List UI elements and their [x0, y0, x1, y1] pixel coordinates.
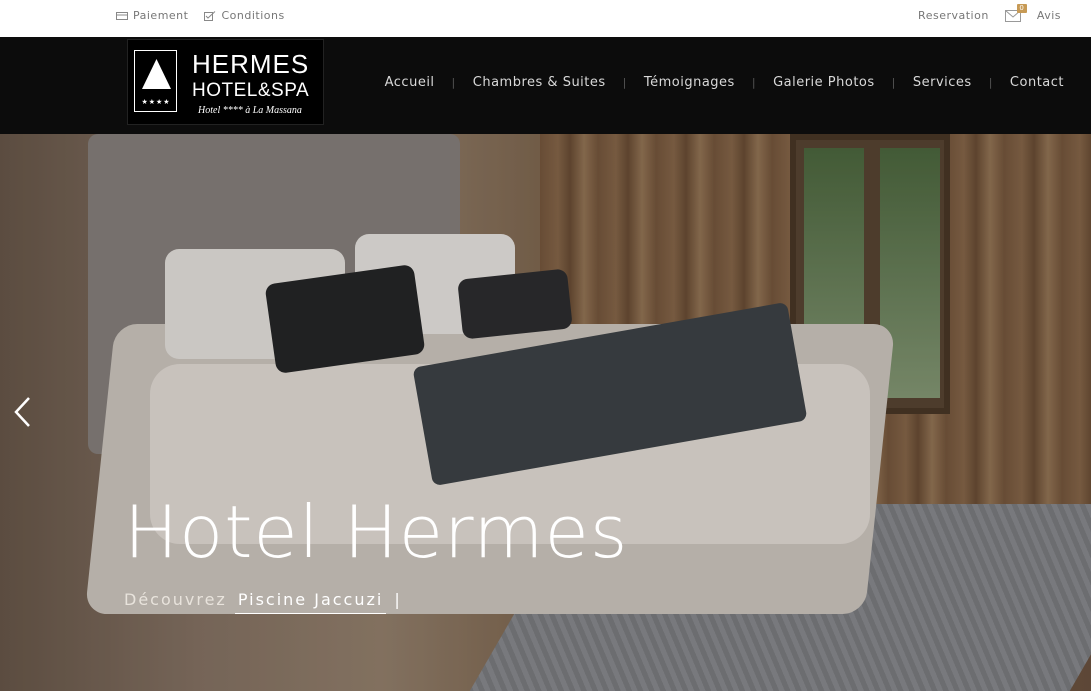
- topbar-right-links: Reservation 0 Avis: [918, 3, 1061, 22]
- hero-subtitle: Découvrez Piscine Jaccuzi |: [124, 590, 402, 614]
- chevron-left-icon: [14, 397, 30, 427]
- main-navbar: ★★★★ HERMES HOTEL&SPA Hotel **** à La Ma…: [0, 37, 1091, 134]
- nav-temoignages[interactable]: Témoignages: [644, 75, 735, 90]
- hero-title: Hotel Hermes: [124, 490, 629, 574]
- triangle-icon: [142, 59, 171, 89]
- nav-accueil[interactable]: Accueil: [385, 75, 435, 90]
- logo-line2: HOTEL&SPA: [192, 80, 310, 101]
- top-utility-bar: Paiement Conditions Reservation 0 Avis: [0, 0, 1091, 37]
- hero-subtitle-prefix: Découvrez: [124, 590, 227, 609]
- nav-separator: |: [891, 76, 896, 89]
- nav-separator: |: [451, 76, 456, 89]
- nav-separator: |: [622, 76, 627, 89]
- logo-line1: HERMES: [192, 49, 310, 79]
- nav-chambres-suites[interactable]: Chambres & Suites: [473, 75, 606, 90]
- nav-separator: |: [751, 76, 757, 89]
- typing-caret: |: [394, 590, 402, 609]
- payment-link[interactable]: Paiement: [116, 9, 188, 22]
- conditions-link[interactable]: Conditions: [204, 9, 284, 22]
- main-menu: Accueil | Chambres & Suites | Témoignage…: [385, 75, 1064, 90]
- logo-stars: ★★★★: [141, 98, 171, 106]
- mail-button[interactable]: 0: [1004, 3, 1027, 22]
- hero-subtitle-typed: Piscine Jaccuzi: [234, 590, 387, 614]
- mail-count-badge: 0: [1016, 3, 1027, 13]
- hero-slider: Hotel Hermes Découvrez Piscine Jaccuzi |: [0, 134, 1091, 691]
- avis-link[interactable]: Avis: [1037, 9, 1061, 22]
- nav-separator: |: [988, 76, 993, 89]
- nav-contact[interactable]: Contact: [1010, 75, 1064, 90]
- hotel-logo[interactable]: ★★★★ HERMES HOTEL&SPA Hotel **** à La Ma…: [127, 39, 324, 125]
- nav-galerie-photos[interactable]: Galerie Photos: [773, 75, 875, 90]
- payment-link-label: Paiement: [133, 9, 189, 22]
- nav-services[interactable]: Services: [913, 75, 972, 90]
- slider-prev-button[interactable]: [12, 396, 34, 428]
- logo-line3: Hotel **** à La Massana: [198, 105, 302, 116]
- topbar-left-links: Paiement Conditions: [116, 9, 285, 22]
- card-icon: [116, 11, 128, 21]
- conditions-link-label: Conditions: [221, 9, 285, 22]
- reservation-link[interactable]: Reservation: [918, 9, 989, 22]
- checkbox-icon: [204, 10, 216, 21]
